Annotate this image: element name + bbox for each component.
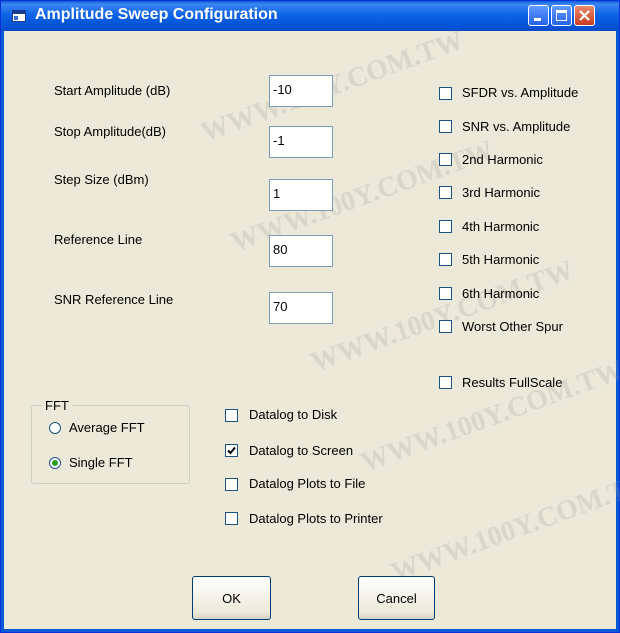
snr-vs-amplitude-checkbox[interactable] — [439, 120, 452, 133]
dialog-body: WWW.100Y.COM.TW WWW.100Y.COM.TW WWW.100Y… — [4, 25, 620, 629]
snr-vs-amplitude-label[interactable]: SNR vs. Amplitude — [462, 119, 570, 134]
watermark: WWW.100Y.COM.TW — [356, 354, 620, 479]
4th-harmonic-checkbox[interactable] — [439, 220, 452, 233]
5th-harmonic-checkbox[interactable] — [439, 253, 452, 266]
maximize-button[interactable] — [551, 5, 572, 26]
sfdr-vs-amplitude-checkbox[interactable] — [439, 87, 452, 100]
watermark: WWW.100Y.COM.TW — [306, 254, 578, 379]
start-amplitude-label: Start Amplitude (dB) — [54, 83, 171, 98]
close-button[interactable] — [574, 5, 595, 26]
watermark: WWW.100Y.COM.TW — [226, 134, 498, 259]
cancel-button[interactable]: Cancel — [358, 576, 435, 620]
datalog-to-disk-label[interactable]: Datalog to Disk — [249, 407, 337, 422]
results-fullscale-checkbox[interactable] — [439, 376, 452, 389]
window-icon — [12, 10, 26, 22]
average-fft-label[interactable]: Average FFT — [69, 420, 145, 435]
2nd-harmonic-checkbox[interactable] — [439, 153, 452, 166]
step-size-label: Step Size (dBm) — [54, 172, 149, 187]
worst-other-spur-checkbox[interactable] — [439, 320, 452, 333]
step-size-field[interactable]: 1 — [269, 179, 333, 211]
checkmark-icon — [227, 446, 236, 455]
single-fft-label[interactable]: Single FFT — [69, 455, 133, 470]
radio-selected-dot — [52, 460, 58, 466]
close-icon — [579, 10, 590, 21]
results-fullscale-label[interactable]: Results FullScale — [462, 375, 562, 390]
sfdr-vs-amplitude-label[interactable]: SFDR vs. Amplitude — [462, 85, 578, 100]
5th-harmonic-label[interactable]: 5th Harmonic — [462, 252, 539, 267]
minimize-button[interactable] — [528, 5, 549, 26]
worst-other-spur-label[interactable]: Worst Other Spur — [462, 319, 563, 334]
datalog-to-disk-checkbox[interactable] — [225, 409, 238, 422]
watermark: WWW.100Y.COM.TW — [386, 464, 620, 589]
datalog-plots-to-printer-label[interactable]: Datalog Plots to Printer — [249, 511, 383, 526]
stop-amplitude-field[interactable]: -1 — [269, 126, 333, 158]
4th-harmonic-label[interactable]: 4th Harmonic — [462, 219, 539, 234]
title-bar[interactable]: Amplitude Sweep Configuration — [1, 1, 619, 31]
datalog-plots-to-file-label[interactable]: Datalog Plots to File — [249, 476, 365, 491]
average-fft-radio[interactable] — [49, 422, 61, 434]
reference-line-label: Reference Line — [54, 232, 143, 247]
3rd-harmonic-checkbox[interactable] — [439, 186, 452, 199]
6th-harmonic-checkbox[interactable] — [439, 287, 452, 300]
reference-line-field[interactable]: 80 — [269, 235, 333, 267]
datalog-to-screen-checkbox[interactable] — [225, 444, 238, 457]
start-amplitude-field[interactable]: -10 — [269, 75, 333, 107]
6th-harmonic-label[interactable]: 6th Harmonic — [462, 286, 539, 301]
maximize-icon — [556, 10, 567, 21]
fft-group-title: FFT — [42, 398, 72, 413]
window-title: Amplitude Sweep Configuration — [35, 6, 278, 23]
snr-reference-line-field[interactable]: 70 — [269, 292, 333, 324]
snr-reference-line-label: SNR Reference Line — [54, 292, 174, 307]
fft-groupbox — [31, 405, 190, 484]
datalog-to-screen-label[interactable]: Datalog to Screen — [249, 443, 353, 458]
2nd-harmonic-label[interactable]: 2nd Harmonic — [462, 152, 543, 167]
3rd-harmonic-label[interactable]: 3rd Harmonic — [462, 185, 540, 200]
stop-amplitude-label: Stop Amplitude(dB) — [54, 124, 167, 139]
ok-button[interactable]: OK — [192, 576, 271, 620]
single-fft-radio[interactable] — [49, 457, 61, 469]
datalog-plots-to-printer-checkbox[interactable] — [225, 512, 238, 525]
dialog-window: Amplitude Sweep Configuration WWW.100Y.C… — [0, 0, 620, 633]
minimize-icon — [534, 18, 541, 21]
datalog-plots-to-file-checkbox[interactable] — [225, 478, 238, 491]
